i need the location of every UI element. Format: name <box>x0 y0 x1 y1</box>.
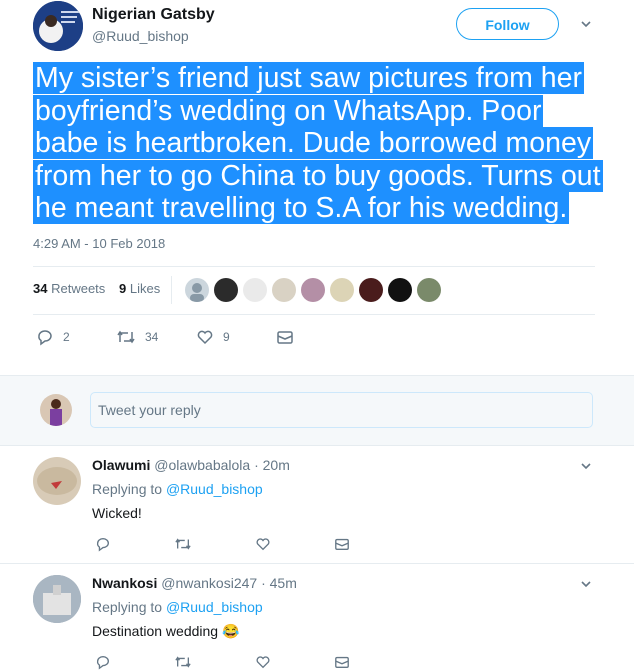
author-handle[interactable]: @Ruud_bishop <box>92 28 189 44</box>
chevron-down-icon[interactable] <box>580 578 592 590</box>
retweet-count: 34 <box>145 330 159 344</box>
author-name[interactable]: Nigerian Gatsby <box>92 6 215 24</box>
direct-message-action[interactable] <box>276 328 294 346</box>
tweet-line: he meant travelling to S.A for his weddi… <box>33 192 570 224</box>
retweet-icon[interactable] <box>174 536 192 552</box>
reply-author-handle[interactable]: @olawbabalola <box>154 457 250 473</box>
liker-avatar[interactable] <box>301 278 325 302</box>
author-avatar[interactable] <box>33 1 83 51</box>
liker-avatar[interactable] <box>272 278 296 302</box>
reply-text: Destination wedding 😂 <box>92 623 239 640</box>
retweets-count: 34 <box>33 281 48 296</box>
reply-avatar[interactable] <box>33 575 81 623</box>
divider <box>33 266 595 267</box>
reply-text: Wicked! <box>92 505 142 521</box>
liker-avatar[interactable] <box>359 278 383 302</box>
liker-avatar[interactable] <box>417 278 441 302</box>
chevron-down-icon[interactable] <box>580 18 592 30</box>
reply-icon[interactable] <box>95 536 111 552</box>
envelope-icon <box>277 331 293 344</box>
reply-count: 2 <box>63 330 70 344</box>
retweet-action[interactable]: 34 <box>116 328 158 346</box>
like-count: 9 <box>223 330 230 344</box>
likes-count: 9 <box>119 281 127 296</box>
liker-avatar[interactable] <box>243 278 267 302</box>
tweet-text: My sister’s friend just saw pictures fro… <box>33 62 613 225</box>
liker-avatar[interactable] <box>330 278 354 302</box>
reply-author-name[interactable]: Nwankosi <box>92 575 157 591</box>
liker-avatar[interactable] <box>388 278 412 302</box>
tweet-line: babe is heartbroken. Dude borrowed money <box>33 127 594 159</box>
replying-to: Replying to @Ruud_bishop <box>92 599 263 615</box>
reply-input[interactable]: Tweet your reply <box>90 392 593 428</box>
envelope-icon[interactable] <box>334 654 350 670</box>
tweet-line: My sister’s friend just saw pictures fro… <box>33 62 584 94</box>
divider <box>0 563 634 564</box>
reply-header: Nwankosi @nwankosi247 · 45m <box>92 575 297 591</box>
liker-avatar[interactable] <box>214 278 238 302</box>
replying-to-link[interactable]: @Ruud_bishop <box>166 599 263 615</box>
heart-icon[interactable] <box>255 536 271 552</box>
divider <box>0 375 634 376</box>
replying-to-label: Replying to <box>92 481 163 497</box>
likes-label: Likes <box>129 281 161 296</box>
tears-of-joy-emoji: 😂 <box>221 623 240 639</box>
reply-action[interactable]: 2 <box>36 328 70 346</box>
reply-avatar[interactable] <box>33 457 81 505</box>
envelope-icon[interactable] <box>334 536 350 552</box>
retweets-label: Retweets <box>51 281 106 296</box>
retweet-icon[interactable] <box>174 654 192 670</box>
replying-to-label: Replying to <box>92 599 163 615</box>
reply-text-body: Destination wedding <box>92 623 219 639</box>
reply-icon[interactable] <box>95 654 111 670</box>
reply-time[interactable]: · 20m <box>254 457 290 473</box>
like-action[interactable]: 9 <box>196 328 230 346</box>
likers-avatars <box>171 276 172 304</box>
likers-avatar-row[interactable] <box>185 278 441 302</box>
divider <box>33 314 595 315</box>
chevron-down-icon[interactable] <box>580 460 592 472</box>
heart-icon[interactable] <box>255 654 271 670</box>
tweet-line: from her to go China to buy goods. Turns… <box>33 159 603 192</box>
reply-icon <box>38 330 52 346</box>
current-user-avatar[interactable] <box>40 394 72 426</box>
likes-stat[interactable]: 9 Likes <box>119 281 160 296</box>
retweet-icon <box>117 330 135 344</box>
retweets-stat[interactable]: 34 Retweets <box>33 281 105 296</box>
reply-author-handle[interactable]: @nwankosi247 <box>161 575 257 591</box>
reply-author-name[interactable]: Olawumi <box>92 457 150 473</box>
author-avatar-image <box>33 1 83 51</box>
tweet-line: boyfriend’s wedding on WhatsApp. Poor <box>33 94 544 127</box>
heart-icon <box>197 330 213 345</box>
follow-button[interactable]: Follow <box>456 8 559 40</box>
liker-avatar[interactable] <box>185 278 209 302</box>
tweet-timestamp[interactable]: 4:29 AM - 10 Feb 2018 <box>33 236 165 251</box>
replying-to-link[interactable]: @Ruud_bishop <box>166 481 263 497</box>
reply-header: Olawumi @olawbabalola · 20m <box>92 457 290 473</box>
divider <box>0 445 634 446</box>
reply-time[interactable]: · 45m <box>261 575 297 591</box>
replying-to: Replying to @Ruud_bishop <box>92 481 263 497</box>
